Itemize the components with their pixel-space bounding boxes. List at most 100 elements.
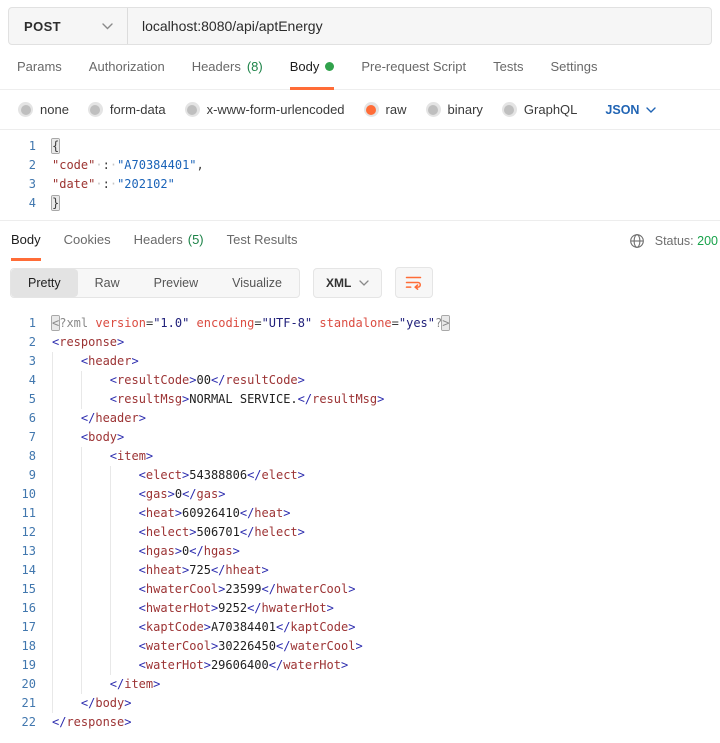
- method-selector[interactable]: POST: [9, 8, 127, 44]
- tab-label: Body: [289, 58, 320, 74]
- tab-authorization[interactable]: Authorization: [89, 45, 165, 90]
- wrap-text-button[interactable]: [395, 267, 434, 298]
- code-line-8: 8 <item>: [0, 447, 720, 466]
- response-body-editor[interactable]: 1 <?xml version="1.0" encoding="UTF-8" st…: [0, 307, 720, 739]
- line-number: 11: [21, 506, 36, 520]
- line-number: 9: [28, 468, 36, 482]
- tab-body[interactable]: Body: [289, 45, 335, 90]
- code-line-14: 14 <hheat>725</hheat>: [0, 561, 720, 580]
- radio-icon: [184, 102, 200, 117]
- code-line-10: 10 <gas>0</gas>: [0, 485, 720, 504]
- response-tab-test-results[interactable]: Test Results: [227, 221, 298, 261]
- radio-label: binary: [447, 102, 483, 117]
- code-text: <hheat>725</hheat>: [52, 561, 269, 580]
- indent-guide: [52, 504, 81, 523]
- indent-guide: [109, 580, 139, 599]
- indent-guide: [80, 542, 110, 561]
- body-type-raw[interactable]: raw: [363, 102, 407, 117]
- view-preview[interactable]: Preview: [137, 269, 215, 297]
- code-text: <elect>54388806</elect>: [52, 466, 305, 485]
- status-label: Status: 200: [654, 233, 718, 248]
- code-text: <resultMsg>NORMAL SERVICE.</resultMsg>: [52, 390, 384, 409]
- indent-guide: [52, 466, 81, 485]
- code-text: <kaptCode>A70384401</kaptCode>: [52, 618, 355, 637]
- response-header: Body Cookies Headers (5) Test Results Status…: [0, 221, 720, 261]
- indent-guide: [109, 599, 139, 618]
- view-raw[interactable]: Raw: [78, 269, 137, 297]
- body-type-graphql[interactable]: GraphQL: [501, 102, 577, 117]
- line-number: 4: [28, 373, 36, 387]
- indent-guide: [52, 409, 81, 428]
- code-line-18: 18 <waterCool>30226450</waterCool>: [0, 637, 720, 656]
- indent-guide: [80, 523, 110, 542]
- tab-label: Body: [11, 232, 41, 247]
- code-line-16: 16 <hwaterHot>9252</hwaterHot>: [0, 599, 720, 618]
- format-label: XML: [325, 275, 352, 290]
- indent-guide: [52, 542, 81, 561]
- code-text: <item>: [52, 447, 153, 466]
- line-number: 15: [21, 582, 36, 596]
- line-number: 14: [21, 563, 36, 577]
- status-area: Status: 200: [629, 221, 718, 260]
- format-selector[interactable]: XML: [312, 267, 383, 298]
- indent-guide: [52, 352, 81, 371]
- body-type-x-www-form-urlencoded[interactable]: x-www-form-urlencoded: [184, 102, 345, 117]
- code-line-1: 1{: [0, 137, 720, 156]
- response-tab-body[interactable]: Body: [11, 221, 41, 261]
- indent-guide: [109, 504, 139, 523]
- response-toolbar: Pretty Raw Preview Visualize XML: [0, 260, 720, 307]
- request-tabs: Params Authorization Headers (8) Body Pre-req…: [0, 45, 720, 90]
- body-type-form-data[interactable]: form-data: [87, 102, 166, 117]
- line-number: 18: [21, 639, 36, 653]
- body-type-none[interactable]: none: [18, 102, 69, 117]
- code-text: "code"·:·"A70384401",: [52, 158, 204, 172]
- code-line-22: 22 </response>: [0, 713, 720, 732]
- code-line-5: 5 <resultMsg>NORMAL SERVICE.</resultMsg>: [0, 390, 720, 409]
- view-pretty[interactable]: Pretty: [11, 268, 78, 297]
- radio-icon: [18, 102, 33, 117]
- code-line-3: 3 "date"·:·"202102": [0, 175, 720, 194]
- tab-headers[interactable]: Headers (8): [192, 45, 263, 90]
- view-visualize[interactable]: Visualize: [215, 269, 299, 297]
- radio-label: none: [40, 102, 69, 117]
- tab-label: Headers: [133, 232, 183, 247]
- tab-label: Test Results: [226, 232, 298, 247]
- request-body-editor[interactable]: 1{2 "code"·:·"A70384401", 3 "date"·:·"20210…: [0, 130, 720, 221]
- code-text: <helect>506701</helect>: [52, 523, 305, 542]
- url-input[interactable]: localhost:8080/api/aptEnergy: [128, 8, 711, 44]
- chevron-down-icon: [102, 22, 113, 30]
- indent-guide: [80, 504, 110, 523]
- response-tab-cookies[interactable]: Cookies: [64, 221, 111, 261]
- code-text: <body>: [52, 428, 124, 447]
- indent-guide: [80, 675, 110, 694]
- tab-pre-request-script[interactable]: Pre-request Script: [361, 45, 466, 90]
- indent-guide: [52, 618, 81, 637]
- language-selector[interactable]: JSON: [605, 103, 657, 117]
- code-text: <hwaterHot>9252</hwaterHot>: [52, 599, 334, 618]
- indent-guide: [109, 523, 139, 542]
- code-text: </response>: [52, 715, 132, 729]
- tab-settings[interactable]: Settings: [550, 45, 597, 90]
- indent-guide: [109, 618, 139, 637]
- tab-label: Headers: [191, 58, 241, 74]
- code-line-4: 4 <resultCode>00</resultCode>: [0, 371, 720, 390]
- indent-guide: [52, 447, 81, 466]
- indent-guide: [52, 428, 81, 447]
- body-type-binary[interactable]: binary: [425, 102, 483, 117]
- line-number: 3: [28, 354, 36, 368]
- tab-label: Params: [17, 58, 62, 74]
- globe-icon[interactable]: [629, 233, 645, 249]
- indent-guide: [52, 371, 81, 390]
- line-number: 1: [28, 316, 36, 330]
- indent-guide: [52, 694, 81, 713]
- tab-tests[interactable]: Tests: [493, 45, 523, 90]
- indent-guide: [80, 390, 110, 409]
- status-code: 200: [697, 233, 718, 248]
- code-line-21: 21 </body>: [0, 694, 720, 713]
- code-text: <?xml version="1.0" encoding="UTF-8" sta…: [52, 316, 450, 330]
- indent-guide: [80, 637, 110, 656]
- response-tab-headers[interactable]: Headers (5): [134, 221, 204, 261]
- tab-label: Cookies: [63, 232, 111, 247]
- tab-params[interactable]: Params: [17, 45, 62, 90]
- line-number: 20: [21, 677, 36, 691]
